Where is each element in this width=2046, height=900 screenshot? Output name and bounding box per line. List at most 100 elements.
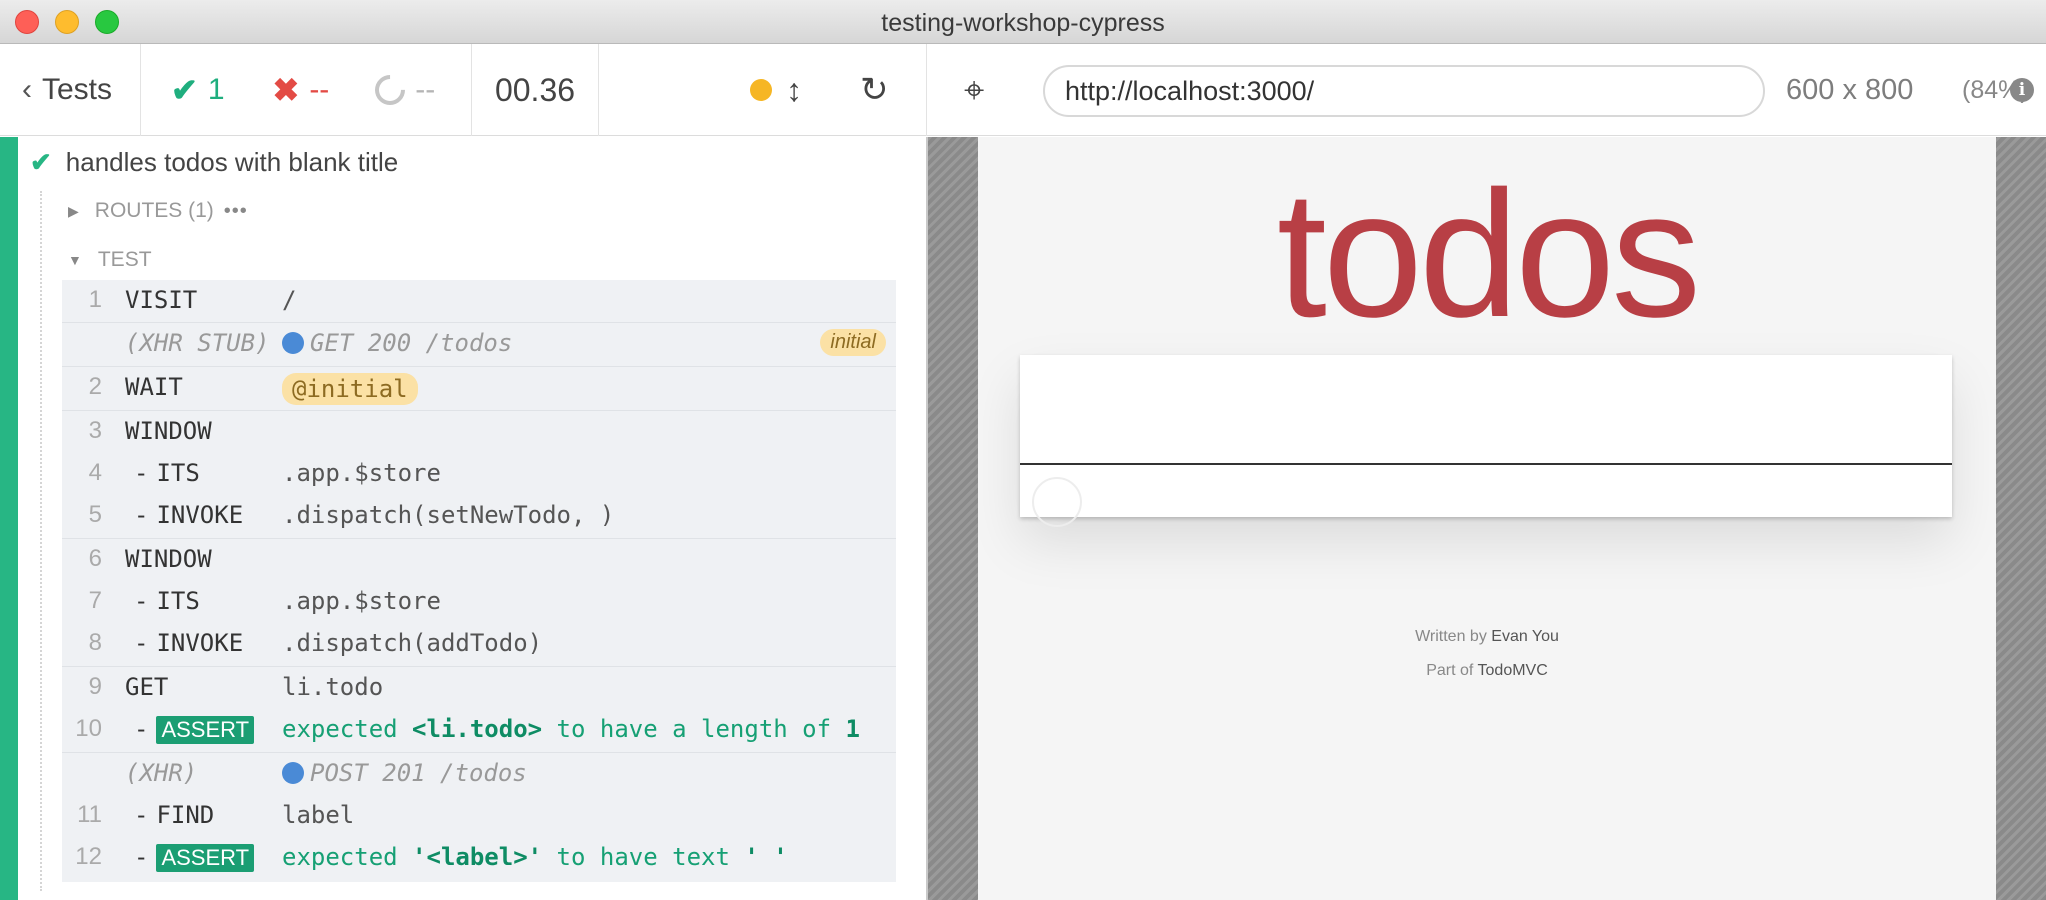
rerun-tests-button[interactable]: ↻: [860, 44, 900, 136]
command-number: 12: [75, 843, 102, 870]
command-message: expected '<label>' to have text ' ': [282, 843, 788, 871]
command-number: 2: [88, 373, 102, 400]
command-log: ✔ handles todos with blank title ▶ ROUTE…: [0, 137, 926, 900]
reload-icon: ↻: [860, 71, 889, 109]
group-divider: [62, 538, 896, 539]
command-message: /: [282, 286, 297, 314]
assert-badge: ASSERT: [156, 716, 255, 744]
passed-stat: ✔ 1: [171, 71, 225, 109]
xhr-dot-icon: [282, 332, 304, 354]
routes-label: ROUTES (1): [94, 199, 214, 222]
run-status-indicator: [750, 44, 790, 136]
routes-section-toggle[interactable]: ▶ ROUTES (1) •••: [68, 199, 248, 223]
viewport-info-button[interactable]: i: [2010, 44, 2034, 136]
runner-toolbar: ‹ Tests ✔ 1 ✖ -- -- 00.36 ↕ ↻ ⌖ http://l…: [0, 44, 2046, 136]
hook-guide-line: [40, 191, 42, 891]
command-number: 4: [88, 459, 102, 486]
passed-count: 1: [207, 73, 225, 106]
tests-button[interactable]: ‹ Tests: [0, 44, 140, 136]
test-stats: ✔ 1 ✖ -- --: [141, 44, 471, 136]
command-message: li.todo: [282, 673, 384, 701]
command-name: - ASSERT: [134, 715, 255, 744]
x-icon: ✖: [272, 72, 300, 108]
test-section-toggle[interactable]: ▼ TEST: [68, 248, 152, 272]
spinner-icon: [369, 68, 412, 112]
assert-badge: ASSERT: [156, 844, 255, 872]
toggle-all-checkbox[interactable]: [1032, 477, 1082, 527]
command-list: 1 VISIT / (XHR STUB) GET 200 /todos init…: [62, 280, 896, 882]
command-message: GET 200 /todos: [282, 329, 512, 357]
command-number: 3: [88, 417, 102, 444]
check-icon: ✔: [171, 72, 198, 108]
test-pass-indicator: [0, 137, 18, 900]
more-icon: •••: [223, 199, 248, 222]
command-number: 11: [77, 801, 102, 828]
status-dot-icon: [750, 79, 772, 101]
command-message: label: [282, 801, 355, 829]
selector-playground-icon: ⌖: [964, 68, 985, 110]
scroll-arrows-icon: ↕: [786, 71, 802, 108]
auto-scroll-toggle[interactable]: ↕: [786, 44, 816, 136]
command-name-text: FIND: [156, 801, 215, 829]
caret-right-icon: ▶: [68, 202, 79, 219]
command-number: 6: [88, 545, 102, 572]
window-title: testing-workshop-cypress: [881, 9, 1165, 37]
xhr-dot-icon: [282, 762, 304, 784]
footer-part-of: Part of TodoMVC: [1426, 662, 1548, 679]
chevron-left-icon: ‹: [22, 73, 32, 106]
command-number: 5: [88, 501, 102, 528]
failed-stat: ✖ --: [273, 71, 330, 109]
toolbar-divider: [598, 44, 599, 136]
command-name: WINDOW: [125, 545, 212, 573]
group-divider: [62, 366, 896, 367]
command-name: - ASSERT: [134, 843, 255, 872]
command-message: expected <li.todo> to have a length of 1: [282, 715, 860, 743]
pending-stat: --: [369, 68, 435, 112]
command-number: 8: [88, 629, 102, 656]
command-name: GET: [125, 673, 169, 701]
url-bar[interactable]: http://localhost:3000/: [1043, 65, 1765, 117]
command-message: .app.$store: [282, 459, 441, 487]
command-name: (XHR STUB): [125, 329, 270, 357]
alias-tag: initial: [820, 329, 886, 356]
command-number: 1: [88, 286, 102, 313]
author-link[interactable]: Evan You: [1491, 628, 1559, 645]
command-name-text: ITS: [156, 459, 200, 487]
command-name: VISIT: [125, 286, 198, 314]
command-message: .dispatch(addTodo): [282, 629, 543, 657]
url-text: http://localhost:3000/: [1065, 75, 1315, 106]
test-title-row[interactable]: ✔ handles todos with blank title: [30, 147, 398, 178]
command-name: - INVOKE: [134, 501, 244, 529]
group-divider: [62, 322, 896, 323]
command-name: (XHR): [125, 759, 198, 787]
command-name: WAIT: [125, 373, 183, 401]
command-name: - INVOKE: [134, 629, 244, 657]
window-titlebar: testing-workshop-cypress: [0, 0, 2046, 44]
group-divider: [62, 666, 896, 667]
failed-count: --: [309, 73, 330, 106]
command-message: .dispatch(setNewTodo, ): [282, 501, 615, 529]
command-name: - ITS: [134, 459, 200, 487]
new-todo-input[interactable]: [1020, 355, 1952, 465]
test-label: TEST: [97, 248, 152, 271]
command-name-text: INVOKE: [156, 501, 244, 529]
command-name: - ITS: [134, 587, 200, 615]
tests-label: Tests: [42, 73, 113, 106]
group-divider: [62, 410, 896, 411]
xhr-message-text: POST 201 /todos: [310, 759, 527, 787]
alias-badge: @initial: [282, 373, 418, 405]
command-number: 10: [75, 715, 102, 742]
caret-down-icon: ▼: [68, 252, 82, 268]
command-name-text: ITS: [156, 587, 200, 615]
viewport-size: 600 x 800: [1786, 73, 1914, 106]
check-icon: ✔: [30, 147, 52, 177]
command-number: 9: [88, 673, 102, 700]
xhr-message-text: GET 200 /todos: [310, 329, 513, 357]
todomvc-app: todos Written by Evan You Part of TodoMV…: [978, 137, 1996, 900]
todomvc-link[interactable]: TodoMVC: [1478, 662, 1548, 679]
selector-playground-button[interactable]: ⌖: [964, 44, 1008, 136]
run-duration: 00.36: [494, 71, 576, 108]
command-message: @initial: [282, 373, 418, 405]
toolbar-divider: [926, 44, 927, 136]
test-title: handles todos with blank title: [65, 147, 399, 177]
